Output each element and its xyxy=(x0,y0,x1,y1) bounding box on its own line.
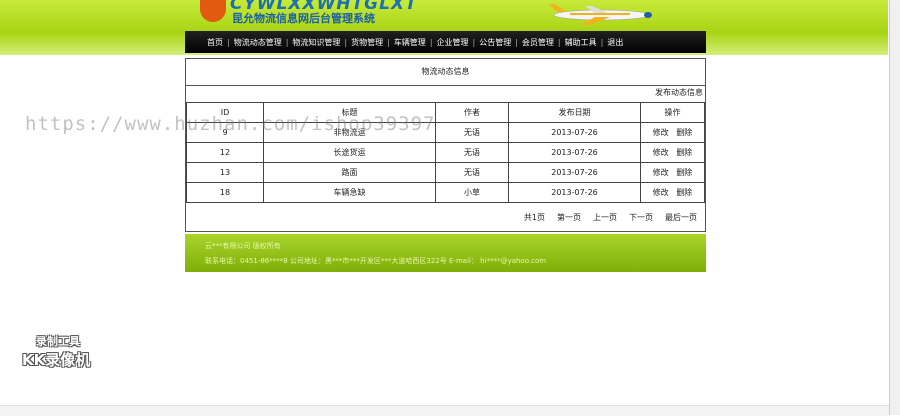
col-author: 作者 xyxy=(435,102,509,123)
row-date: 2013-07-26 xyxy=(508,162,641,183)
row-actions: 修改 删除 xyxy=(640,142,705,163)
col-date: 发布日期 xyxy=(508,102,641,123)
panel-title: 物流动态信息 xyxy=(186,59,705,86)
nav-vehicles[interactable]: 车辆管理 xyxy=(390,37,430,48)
row-actions: 修改 删除 xyxy=(640,162,705,183)
row-id: 13 xyxy=(186,162,264,183)
table-row: 18 车辆急缺 小草 2013-07-26 修改 删除 xyxy=(186,182,705,203)
table-row: 12 长途货运 无语 2013-07-26 修改 删除 xyxy=(186,142,705,163)
col-actions: 操作 xyxy=(640,102,705,123)
row-id: 18 xyxy=(186,182,264,203)
status-bar xyxy=(0,405,889,416)
row-author: 无语 xyxy=(435,142,509,163)
row-title[interactable]: 车辆急缺 xyxy=(263,182,436,203)
delete-link[interactable]: 删除 xyxy=(676,148,692,157)
row-date: 2013-07-26 xyxy=(508,182,641,203)
nav-logistics-knowledge[interactable]: 物流知识管理 xyxy=(288,37,344,48)
row-id: 12 xyxy=(186,142,264,163)
row-date: 2013-07-26 xyxy=(508,122,641,143)
edit-link[interactable]: 修改 xyxy=(653,128,669,137)
recorder-line1: 录制工具 xyxy=(36,335,80,348)
row-actions: 修改 删除 xyxy=(640,182,705,203)
nav-logistics-news[interactable]: 物流动态管理 xyxy=(230,37,286,48)
recorder-line2: KK录像机 xyxy=(22,351,91,369)
delete-link[interactable]: 删除 xyxy=(676,188,692,197)
last-page-link[interactable]: 最后一页 xyxy=(665,212,697,223)
row-title[interactable]: 长途货运 xyxy=(263,142,436,163)
watermark-url: https://www.huzhan.com/ishop39397 xyxy=(25,113,436,135)
delete-link[interactable]: 删除 xyxy=(676,128,692,137)
news-panel: 物流动态信息 发布动态信息 ID 标题 作者 发布日期 操作 9 非物流运 无语… xyxy=(185,58,706,232)
logo-mark-icon xyxy=(200,0,226,22)
next-page-link[interactable]: 下一页 xyxy=(629,212,653,223)
row-author: 无语 xyxy=(435,162,509,183)
prev-page-link[interactable]: 上一页 xyxy=(593,212,617,223)
page-count: 共1页 xyxy=(523,213,545,222)
nav-enterprise[interactable]: 企业管理 xyxy=(433,37,473,48)
airplane-icon xyxy=(548,4,652,25)
nav-cargo[interactable]: 货物管理 xyxy=(347,37,387,48)
first-page-link[interactable]: 第一页 xyxy=(557,212,581,223)
publish-news-link[interactable]: 发布动态信息 xyxy=(655,87,703,98)
nav-tools[interactable]: 辅助工具 xyxy=(561,37,601,48)
footer: 云***有限公司 版权所有 联系电话：0451-86****8 公司地址：黑**… xyxy=(185,234,706,272)
pagination: 共1页 第一页 上一页 下一页 最后一页 xyxy=(524,212,697,223)
nav-announcements[interactable]: 公告管理 xyxy=(475,37,515,48)
row-date: 2013-07-26 xyxy=(508,142,641,163)
edit-link[interactable]: 修改 xyxy=(653,188,669,197)
row-author: 无语 xyxy=(435,122,509,143)
main-nav: 首页 | 物流动态管理 | 物流知识管理 | 货物管理 | 车辆管理 | 企业管理 | 公告… xyxy=(185,31,706,53)
nav-members[interactable]: 会员管理 xyxy=(518,37,558,48)
footer-contact: 联系电话：0451-86****8 公司地址：黑***市***开发区***大道哈… xyxy=(205,257,547,265)
footer-copyright: 云***有限公司 版权所有 xyxy=(205,242,281,250)
vertical-scrollbar[interactable] xyxy=(889,0,900,415)
nav-logout[interactable]: 退出 xyxy=(603,37,627,48)
row-author: 小草 xyxy=(435,182,509,203)
nav-home[interactable]: 首页 xyxy=(185,37,227,48)
edit-link[interactable]: 修改 xyxy=(653,168,669,177)
recorder-watermark: 录制工具 KK录像机 xyxy=(22,333,90,370)
row-actions: 修改 删除 xyxy=(640,122,705,143)
table-row: 13 路面 无语 2013-07-26 修改 删除 xyxy=(186,162,705,183)
edit-link[interactable]: 修改 xyxy=(653,148,669,157)
delete-link[interactable]: 删除 xyxy=(676,168,692,177)
row-title[interactable]: 路面 xyxy=(263,162,436,183)
system-title: 昆允物流信息网后台管理系统 xyxy=(232,12,375,25)
